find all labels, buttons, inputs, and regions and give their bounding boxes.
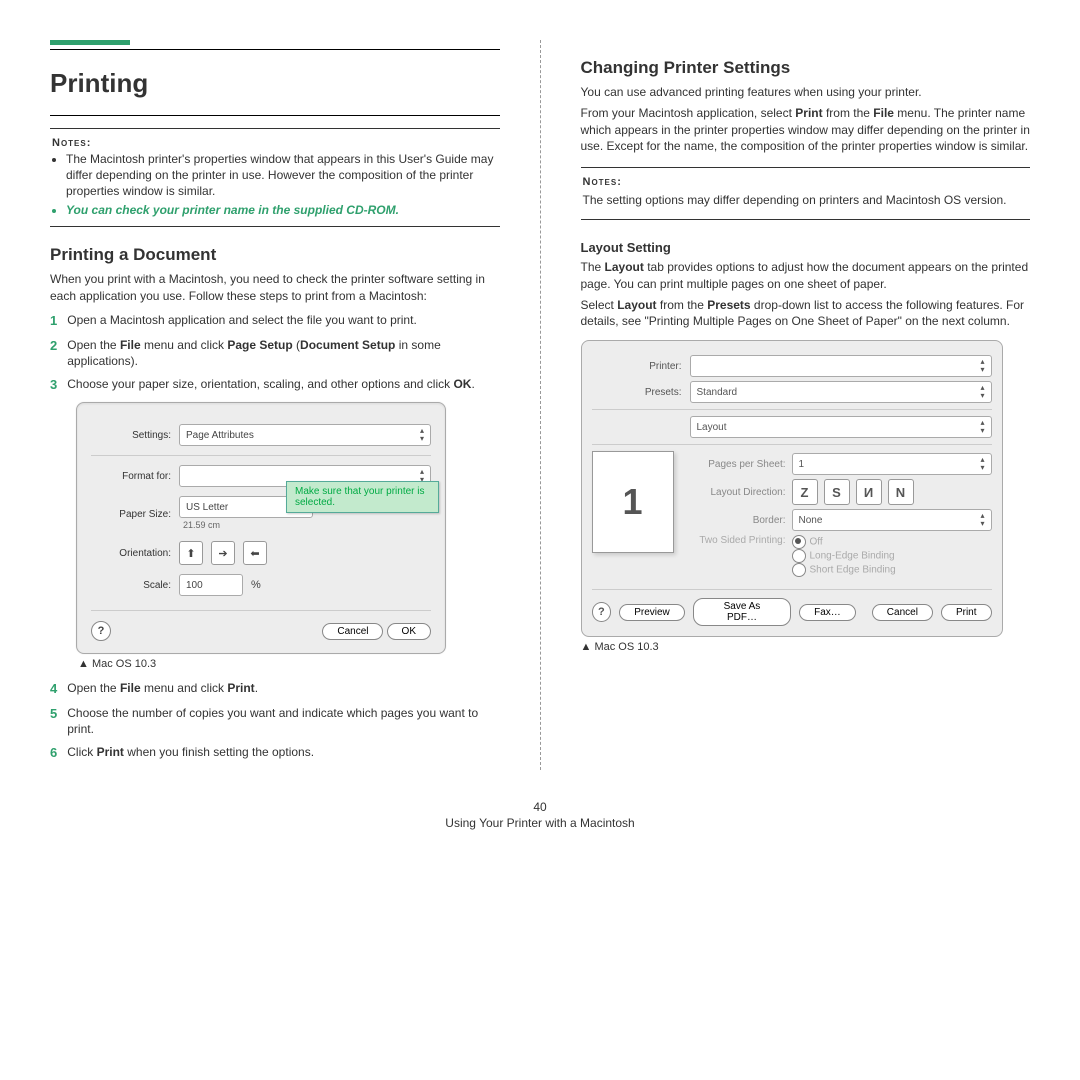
page-setup-dialog: Settings: Page Attributes▴▾ Format for: …: [76, 402, 446, 654]
column-divider: [540, 40, 541, 770]
page-footer: 40 Using Your Printer with a Macintosh: [50, 800, 1030, 830]
preview-button[interactable]: Preview: [619, 604, 685, 621]
printer-select[interactable]: ▴▾: [690, 355, 992, 377]
print-button[interactable]: Print: [941, 604, 992, 621]
chapter-title: Using Your Printer with a Macintosh: [50, 816, 1030, 830]
two-sided-label: Two Sided Printing:: [686, 535, 786, 577]
print-layout-dialog: Printer: ▴▾ Presets: Standard▴▾ Layout▴▾…: [581, 340, 1003, 637]
step-item: 6Click Print when you finish setting the…: [50, 744, 500, 762]
callout-tooltip: Make sure that your printer is selected.: [286, 481, 439, 513]
step-text: Click Print when you finish setting the …: [67, 744, 314, 762]
step-text: Open the File menu and click Print.: [67, 680, 258, 698]
fax-button[interactable]: Fax…: [799, 604, 856, 621]
orientation-label: Orientation:: [91, 548, 171, 559]
page-title: Printing: [50, 68, 500, 105]
pane-select[interactable]: Layout▴▾: [690, 416, 992, 438]
layout-direction-icon[interactable]: Z: [792, 479, 818, 505]
step-item: 3Choose your paper size, orientation, sc…: [50, 376, 500, 394]
help-button[interactable]: ?: [91, 621, 111, 641]
two-sided-off-radio[interactable]: Off: [792, 535, 896, 549]
steps-list: 1Open a Macintosh application and select…: [50, 312, 500, 394]
orientation-portrait-icon[interactable]: ⬆: [179, 541, 203, 565]
layout-preview-tile: 1: [592, 451, 674, 553]
cancel-button[interactable]: Cancel: [872, 604, 933, 621]
layout-direction-label: Layout Direction:: [686, 487, 786, 498]
two-sided-long-radio[interactable]: Long-Edge Binding: [792, 549, 896, 563]
rule: [50, 115, 500, 116]
layout-direction-icon[interactable]: S: [824, 479, 850, 505]
border-select[interactable]: None▴▾: [792, 509, 992, 531]
intro-text: When you print with a Macintosh, you nee…: [50, 271, 500, 305]
body-text: The Layout tab provides options to adjus…: [581, 259, 1031, 293]
cancel-button[interactable]: Cancel: [322, 623, 383, 640]
step-item: 4Open the File menu and click Print.: [50, 680, 500, 698]
page-number: 40: [50, 800, 1030, 814]
section-heading: Changing Printer Settings: [581, 58, 1031, 78]
figure-caption: Mac OS 10.3: [78, 658, 500, 670]
notes-box: Notes: The Macintosh printer's propertie…: [50, 128, 500, 227]
printer-label: Printer:: [592, 361, 682, 372]
layout-direction-icon[interactable]: И: [856, 479, 882, 505]
step-item: 2Open the File menu and click Page Setup…: [50, 337, 500, 371]
pages-per-sheet-select[interactable]: 1▴▾: [792, 453, 992, 475]
step-text: Choose your paper size, orientation, sca…: [67, 376, 475, 394]
settings-label: Settings:: [91, 430, 171, 441]
layout-direction-icon[interactable]: N: [888, 479, 914, 505]
note-body: The setting options may differ depending…: [583, 192, 1029, 209]
settings-select[interactable]: Page Attributes▴▾: [179, 424, 431, 446]
step-text: Choose the number of copies you want and…: [67, 705, 499, 739]
paper-size-label: Paper Size:: [91, 509, 171, 520]
scale-label: Scale:: [91, 580, 171, 591]
step-text: Open the File menu and click Page Setup …: [67, 337, 499, 371]
notes-label: Notes:: [583, 176, 622, 188]
scale-pct: %: [251, 579, 261, 591]
section-heading: Printing a Document: [50, 245, 500, 265]
notes-label: Notes:: [52, 137, 91, 149]
figure-caption: Mac OS 10.3: [581, 641, 1031, 653]
body-text: You can use advanced printing features w…: [581, 84, 1031, 101]
presets-label: Presets:: [592, 387, 682, 398]
pages-per-sheet-label: Pages per Sheet:: [686, 459, 786, 470]
border-label: Border:: [686, 515, 786, 526]
body-text: From your Macintosh application, select …: [581, 105, 1031, 155]
accent-bar: [50, 40, 130, 45]
note-item: The Macintosh printer's properties windo…: [66, 151, 498, 200]
note-item: You can check your printer name in the s…: [66, 202, 498, 218]
presets-select[interactable]: Standard▴▾: [690, 381, 992, 403]
subsection-heading: Layout Setting: [581, 240, 1031, 255]
two-sided-short-radio[interactable]: Short Edge Binding: [792, 563, 896, 577]
orientation-landscape-icon[interactable]: ➔: [211, 541, 235, 565]
help-button[interactable]: ?: [592, 602, 612, 622]
rule: [50, 49, 500, 50]
notes-box: Notes: The setting options may differ de…: [581, 167, 1031, 220]
scale-input[interactable]: 100: [179, 574, 243, 596]
step-item: 5Choose the number of copies you want an…: [50, 705, 500, 739]
step-text: Open a Macintosh application and select …: [67, 312, 417, 330]
paper-dim: 21.59 cm: [183, 520, 427, 530]
ok-button[interactable]: OK: [387, 623, 431, 640]
steps-list-cont: 4Open the File menu and click Print. 5Ch…: [50, 680, 500, 762]
save-as-pdf-button[interactable]: Save As PDF…: [693, 598, 791, 626]
body-text: Select Layout from the Presets drop-down…: [581, 297, 1031, 331]
format-for-label: Format for:: [91, 471, 171, 482]
orientation-landscape-flipped-icon[interactable]: ⬅: [243, 541, 267, 565]
step-item: 1Open a Macintosh application and select…: [50, 312, 500, 330]
